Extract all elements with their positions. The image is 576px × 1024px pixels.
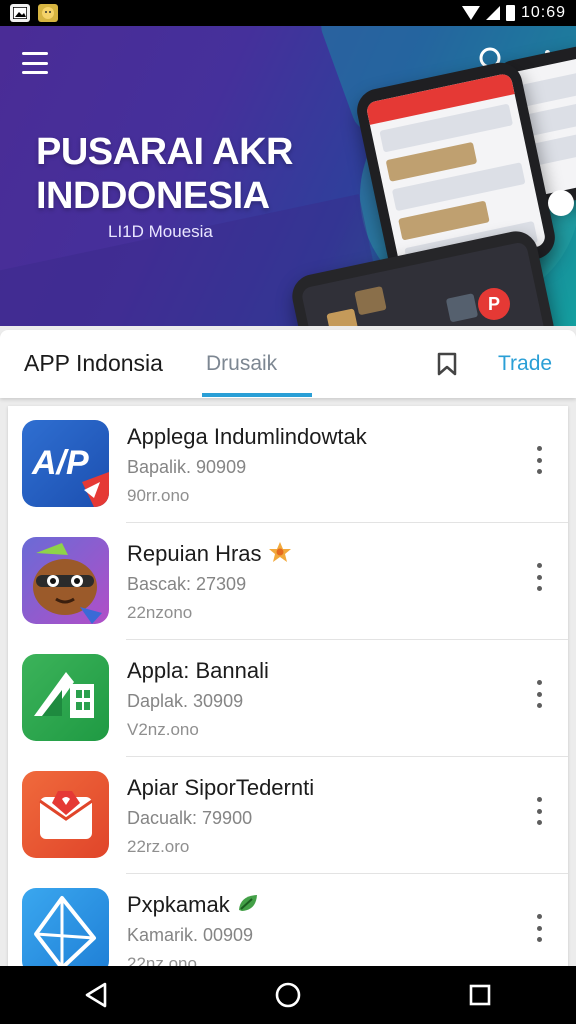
app-name: Applega Indumlindowtak: [127, 424, 367, 449]
signal-icon: [485, 6, 500, 20]
app-name: Repuian Hras: [127, 541, 292, 567]
tab-app-indonesia[interactable]: APP Indonsia: [24, 350, 163, 377]
app-name-text: Repuian Hras: [127, 541, 262, 566]
app-name: Apiar SiporTedernti: [127, 775, 315, 800]
tab-trade[interactable]: Trade: [498, 352, 552, 376]
tab-browse[interactable]: Drusaik: [206, 352, 277, 376]
item-overflow-menu-icon[interactable]: [532, 680, 546, 708]
back-icon[interactable]: [76, 975, 116, 1015]
list-item[interactable]: Appla: Bannali Daplak. 30909 V2nz.ono: [8, 640, 568, 757]
app-size: 90rr.ono: [127, 486, 190, 505]
app-meta: Bapalik. 90909: [127, 457, 247, 477]
hero-subtitle: LI1D Mouesia: [108, 222, 213, 241]
active-tab-indicator: [202, 393, 312, 397]
home-icon[interactable]: [268, 975, 308, 1015]
tab-bar: APP Indonsia Drusaik Trade: [0, 330, 576, 398]
status-bar: 10:69: [0, 0, 576, 26]
app-badge-icon: P: [478, 288, 510, 320]
svg-text:A/P: A/P: [31, 444, 89, 482]
cartoon-character-icon: [22, 537, 109, 624]
star-badge-icon: [268, 542, 291, 562]
hero-title-line1: PUSARAI AKR: [36, 131, 294, 173]
list-item[interactable]: Apiar SiporTedernti Dacualk: 79900 22rz.…: [8, 757, 568, 874]
list-item[interactable]: Pxpkamak Kamarik. 00909 22nz.ono: [8, 874, 568, 976]
recents-icon[interactable]: [460, 975, 500, 1015]
green-building-icon: [22, 654, 109, 741]
menu-icon[interactable]: [22, 52, 48, 74]
hero-title-line2: INDDONESIA: [36, 175, 270, 217]
navigation-bar: [0, 966, 576, 1024]
list-item[interactable]: A/P Applega Indumlindowtak Bapalik. 9090…: [8, 406, 568, 523]
app-name-text: Pxpkamak: [127, 892, 230, 917]
gallery-notification-icon: [10, 4, 30, 22]
status-time: 10:69: [520, 4, 566, 21]
app-meta: Dacualk: 79900: [127, 808, 253, 828]
app-list: A/P Applega Indumlindowtak Bapalik. 9090…: [8, 406, 568, 976]
bookmark-icon[interactable]: [436, 352, 458, 376]
hero-banner: PUSARAI AKR INDDONESIA LI1D Mouesia P: [0, 26, 576, 326]
wifi-icon: [461, 6, 480, 20]
app-size: V2nz.ono: [127, 720, 199, 739]
blue-paper-plane-icon: [22, 888, 109, 975]
app-name: Appla: Bannali: [127, 658, 269, 683]
leaf-badge-icon: [238, 895, 257, 911]
hero-title: PUSARAI AKR INDDONESIA: [36, 130, 356, 218]
item-overflow-menu-icon[interactable]: [532, 797, 546, 825]
app-name: Pxpkamak: [127, 892, 260, 918]
battery-icon: [505, 5, 515, 21]
item-overflow-menu-icon[interactable]: [532, 563, 546, 591]
app-meta: Bascak: 27309: [127, 574, 247, 594]
item-overflow-menu-icon[interactable]: [532, 914, 546, 942]
app-notification-icon: [38, 4, 58, 22]
app-logo-red-blue-icon: A/P: [22, 420, 109, 507]
app-size: 22nzono: [127, 603, 193, 622]
item-overflow-menu-icon[interactable]: [532, 446, 546, 474]
red-envelope-heart-icon: [22, 771, 109, 858]
list-item[interactable]: Repuian Hras Bascak: 27309 22nzono: [8, 523, 568, 640]
app-size: 22rz.oro: [127, 837, 190, 856]
app-meta: Kamarik. 00909: [127, 925, 254, 945]
app-badge-icon: [548, 190, 574, 216]
app-meta: Daplak. 30909: [127, 691, 244, 711]
